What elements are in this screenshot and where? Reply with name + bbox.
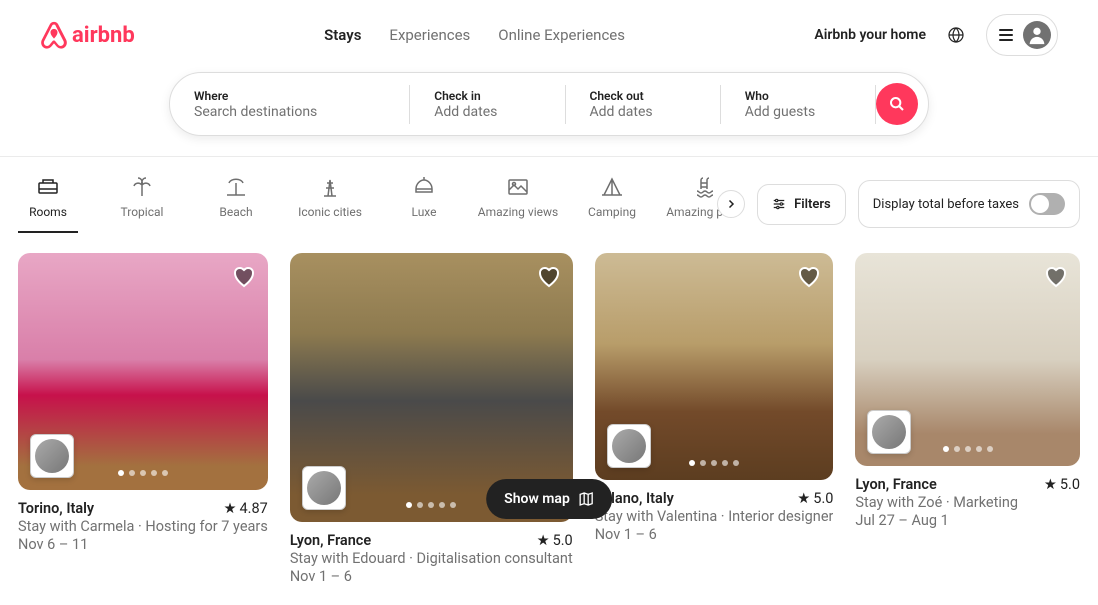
wishlist-button[interactable] <box>1044 265 1068 293</box>
listing-host: Stay with Edouard · Digitalisation consu… <box>290 550 573 567</box>
search-checkout[interactable]: Check out Add dates <box>566 85 721 124</box>
listing-title: Lyon, France <box>290 532 371 549</box>
chevron-right-icon <box>725 198 737 210</box>
logo[interactable]: airbnb <box>40 21 135 49</box>
listing-image[interactable] <box>855 253 1080 466</box>
search-checkin[interactable]: Check in Add dates <box>410 85 565 124</box>
avatar-icon <box>1023 21 1051 49</box>
listing-rating: ★ 5.0 <box>797 490 833 507</box>
listing-image[interactable] <box>18 253 268 490</box>
toggle-switch[interactable] <box>1029 193 1065 215</box>
category-luxe[interactable]: Luxe <box>394 175 454 233</box>
listing-title: Lyon, France <box>855 476 936 493</box>
listing-title: Torino, Italy <box>18 500 94 517</box>
host-your-home-link[interactable]: Airbnb your home <box>814 27 926 43</box>
category-beach[interactable]: Beach <box>206 175 266 233</box>
brand-text: airbnb <box>72 23 135 48</box>
iconic-cities-icon <box>318 175 342 199</box>
listing-dates: Nov 1 – 6 <box>595 526 834 543</box>
image-dots <box>689 460 739 466</box>
search-icon <box>889 96 905 112</box>
globe-icon <box>948 27 964 43</box>
map-icon <box>578 491 594 507</box>
host-badge <box>607 424 651 468</box>
hamburger-icon <box>999 29 1013 41</box>
heart-icon <box>537 265 561 289</box>
listing-dates: Nov 1 – 6 <box>290 568 573 585</box>
heart-icon <box>232 265 256 289</box>
wishlist-button[interactable] <box>797 265 821 293</box>
sliders-icon <box>772 197 786 211</box>
tab-stays[interactable]: Stays <box>324 26 361 44</box>
search-bar: Where Search destinations Check in Add d… <box>169 72 929 136</box>
display-total-toggle[interactable]: Display total before taxes <box>858 180 1080 228</box>
amazing-views-icon <box>506 175 530 199</box>
beach-icon <box>224 175 248 199</box>
listing-card[interactable]: Lyon, France ★ 5.0Stay with Edouard · Dig… <box>290 253 573 585</box>
show-map-button[interactable]: Show map <box>486 479 612 519</box>
host-badge <box>867 410 911 454</box>
listing-rating: ★ 5.0 <box>1044 476 1080 493</box>
category-tropical[interactable]: Tropical <box>112 175 172 233</box>
category-amazing-views[interactable]: Amazing views <box>488 175 548 233</box>
language-button[interactable] <box>940 19 972 51</box>
luxe-icon <box>412 175 436 199</box>
listing-image[interactable] <box>595 253 834 480</box>
search-where[interactable]: Where Search destinations <box>170 85 410 124</box>
wishlist-button[interactable] <box>537 265 561 293</box>
category-iconic-cities[interactable]: Iconic cities <box>300 175 360 233</box>
categories-next-button[interactable] <box>717 190 745 218</box>
amazing-pools-icon <box>694 175 718 199</box>
heart-icon <box>1044 265 1068 289</box>
tropical-icon <box>130 175 154 199</box>
host-badge <box>302 466 346 510</box>
tab-online-experiences[interactable]: Online Experiences <box>498 26 625 44</box>
wishlist-button[interactable] <box>232 265 256 293</box>
listing-dates: Nov 6 – 11 <box>18 536 268 553</box>
profile-menu-button[interactable] <box>986 14 1058 56</box>
host-badge <box>30 434 74 478</box>
category-camping[interactable]: Camping <box>582 175 642 233</box>
listing-rating: ★ 5.0 <box>537 532 573 549</box>
listing-card[interactable]: Torino, Italy ★ 4.87Stay with Carmela · H… <box>18 253 268 585</box>
camping-icon <box>600 175 624 199</box>
category-rooms[interactable]: Rooms <box>18 175 78 233</box>
listing-card[interactable]: Lyon, France ★ 5.0Stay with Zoé · Marketi… <box>855 253 1080 585</box>
filters-button[interactable]: Filters <box>757 184 846 225</box>
listing-host: Stay with Zoé · Marketing <box>855 494 1080 511</box>
listing-rating: ★ 4.87 <box>224 500 268 517</box>
listing-dates: Jul 27 – Aug 1 <box>855 512 1080 529</box>
listing-card[interactable]: Milano, Italy★ 5.0Stay with Valentina · … <box>595 253 834 585</box>
listing-host: Stay with Carmela · Hosting for 7 years <box>18 518 268 535</box>
heart-icon <box>797 265 821 289</box>
search-who[interactable]: Who Add guests <box>721 85 876 124</box>
listing-host: Stay with Valentina · Interior designer <box>595 508 834 525</box>
tab-experiences[interactable]: Experiences <box>389 26 470 44</box>
rooms-icon <box>36 175 60 199</box>
search-button[interactable] <box>876 83 918 125</box>
image-dots <box>943 446 993 452</box>
image-dots <box>406 502 456 508</box>
image-dots <box>118 470 168 476</box>
